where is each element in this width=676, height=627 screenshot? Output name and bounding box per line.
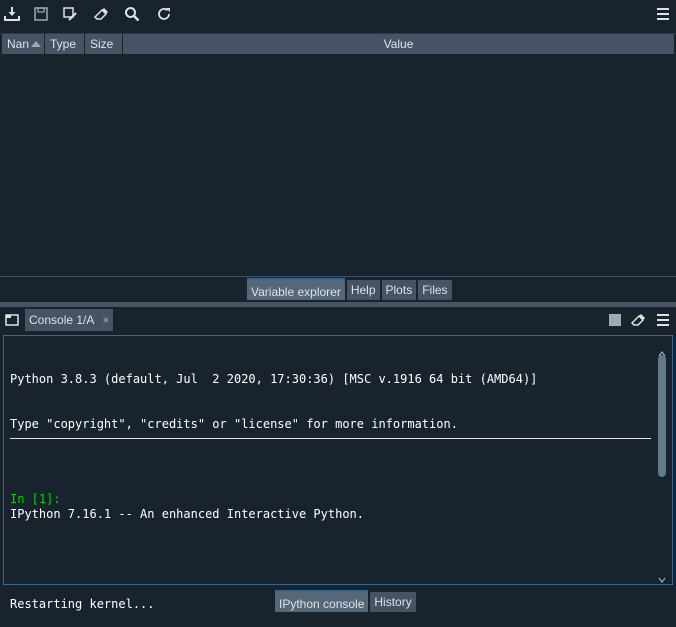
scrollbar-thumb[interactable] [658, 355, 666, 477]
search-icon[interactable] [120, 3, 144, 25]
tab-console[interactable]: Console 1/A × [25, 309, 114, 331]
import-data-icon[interactable] [0, 3, 24, 25]
close-icon[interactable]: × [102, 313, 109, 327]
variable-explorer-toolbar [0, 0, 676, 30]
console-line: Python 3.8.3 (default, Jul 2 2020, 17:30… [10, 372, 538, 386]
variable-table-header: Nan Type Size Value [2, 34, 674, 54]
console-separator [10, 438, 651, 439]
tab-history[interactable]: History [370, 592, 416, 612]
console-tab-label: Console 1/A [29, 313, 95, 327]
refresh-icon[interactable] [152, 3, 176, 25]
clear-console-icon[interactable] [626, 309, 650, 331]
scroll-up-icon[interactable] [658, 343, 666, 357]
tab-plots[interactable]: Plots [381, 280, 417, 300]
sort-ascending-icon [31, 41, 41, 47]
column-header-name[interactable]: Nan [2, 34, 45, 54]
console-prompt[interactable]: In [1]: [10, 492, 61, 506]
stop-kernel-icon[interactable] [603, 309, 627, 331]
variable-table[interactable] [0, 33, 676, 277]
column-header-type[interactable]: Type [45, 34, 85, 54]
tab-files[interactable]: Files [418, 280, 452, 300]
hamburger-menu-icon[interactable] [651, 3, 675, 25]
tab-help[interactable]: Help [346, 280, 380, 300]
console-line: Type "copyright", "credits" or "license"… [10, 417, 458, 431]
bottom-pane-tabs: IPython console History [275, 590, 416, 612]
console-line: IPython 7.16.1 -- An enhanced Interactiv… [10, 507, 365, 521]
column-header-value[interactable]: Value [123, 34, 674, 54]
tab-variable-explorer[interactable]: Variable explorer [247, 278, 345, 300]
scroll-down-icon[interactable] [658, 569, 666, 583]
column-header-size[interactable]: Size [85, 34, 123, 54]
eraser-icon[interactable] [89, 3, 113, 25]
console-options-icon[interactable] [651, 309, 675, 331]
console-output: Python 3.8.3 (default, Jul 2 2020, 17:30… [10, 342, 650, 627]
save-as-icon[interactable] [58, 3, 82, 25]
browse-tabs-icon[interactable] [0, 309, 24, 331]
save-data-icon[interactable] [29, 3, 53, 25]
top-pane-tabs: Variable explorer Help Plots Files [247, 278, 452, 300]
tab-ipython-console[interactable]: IPython console [275, 590, 369, 612]
